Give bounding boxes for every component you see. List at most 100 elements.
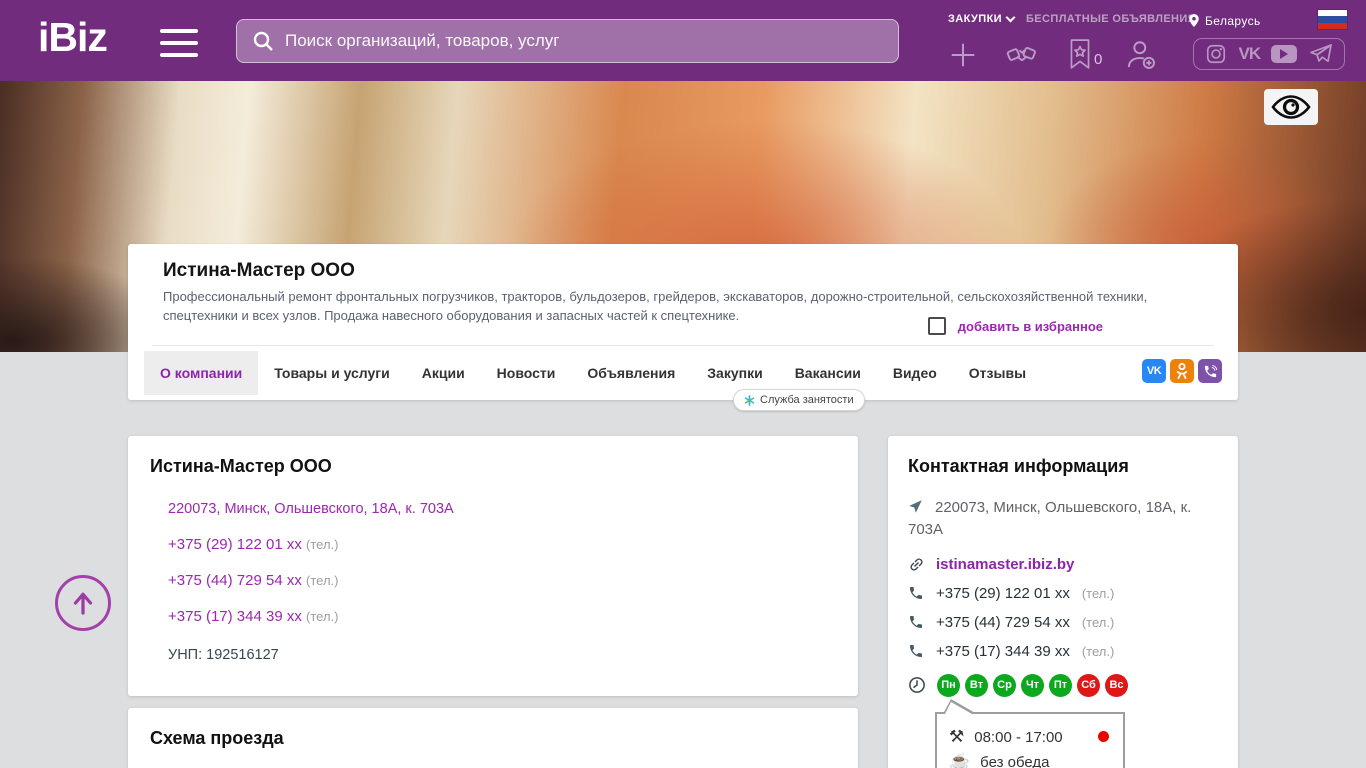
add-to-favorites[interactable]: добавить в избранное: [928, 317, 1103, 335]
map-card: Схема проезда: [128, 708, 858, 768]
day-badge-fri[interactable]: Пт: [1049, 674, 1072, 697]
working-days-row: Пн Вт Ср Чт Пт Сб Вс: [908, 674, 1218, 697]
phone-number: +375 (44) 729 54 xx: [936, 614, 1070, 631]
bookmark-icon[interactable]: [1067, 38, 1093, 70]
employment-service-tooltip: Служба занятости: [733, 389, 865, 411]
about-card-title: Истина-Мастер ООО: [150, 456, 858, 477]
phone-number: +375 (29) 122 01 xx: [936, 585, 1070, 602]
link-icon: [904, 552, 928, 576]
phone-type-label: (тел.): [1082, 644, 1114, 659]
tab-promos[interactable]: Акции: [406, 351, 481, 395]
map-card-title: Схема проезда: [150, 728, 858, 749]
phone-number: +375 (17) 344 39 xx: [936, 643, 1070, 660]
viber-icon[interactable]: [1198, 359, 1222, 383]
tab-reviews[interactable]: Отзывы: [953, 351, 1042, 395]
nav-free-ads-label: БЕСПЛАТНЫЕ ОБЪЯВЛЕНИЯ: [1026, 13, 1196, 25]
header: iBiz ЗАКУПКИ БЕСПЛАТНЫЕ ОБЪЯВЛЕНИЯ Белар…: [0, 0, 1366, 81]
about-company-card: Истина-Мастер ООО 220073, Минск, Ольшевс…: [128, 436, 858, 696]
logo[interactable]: iBiz: [38, 14, 107, 61]
employment-service-label: Служба занятости: [760, 394, 854, 406]
vk-icon[interactable]: VK: [1142, 359, 1166, 383]
search-bar: [236, 19, 899, 63]
bookmarks-count[interactable]: 0: [1094, 51, 1102, 68]
company-address-link[interactable]: 220073, Минск, Ольшевского, 18А, к. 703А: [168, 501, 858, 517]
lunch-row: ☕ без обеда: [949, 752, 1111, 768]
region-selector[interactable]: Беларусь: [1188, 13, 1261, 28]
partners-handshake-icon[interactable]: [1003, 39, 1041, 69]
day-badges: Пн Вт Ср Чт Пт Сб Вс: [937, 674, 1128, 697]
phone-link[interactable]: +375 (17) 344 39 xx: [168, 608, 302, 625]
chevron-down-icon: [1006, 13, 1016, 23]
phone-type-label: (тел.): [1082, 586, 1114, 601]
contact-info-card: Контактная информация 220073, Минск, Оль…: [888, 436, 1238, 768]
day-badge-mon[interactable]: Пн: [937, 674, 960, 697]
vk-icon[interactable]: VK: [1239, 44, 1261, 64]
header-social-links: VK: [1193, 38, 1345, 70]
eye-icon: [1271, 94, 1311, 120]
tab-news[interactable]: Новости: [481, 351, 572, 395]
working-hours-popup: ⚒ 08:00 - 17:00 ☕ без обеда: [935, 712, 1125, 768]
navigate-icon: [908, 499, 923, 514]
instagram-icon[interactable]: [1205, 43, 1227, 65]
phone-type-label: (тел.): [306, 537, 338, 552]
telegram-icon[interactable]: [1309, 43, 1333, 65]
add-company-icon[interactable]: [948, 40, 978, 70]
tab-about[interactable]: О компании: [144, 351, 258, 395]
phone-icon: [908, 614, 924, 630]
divider: [152, 345, 1214, 346]
company-social-links: VK: [1142, 359, 1222, 383]
phone-row: +375 (44) 729 54 xx (тел.): [908, 614, 1218, 631]
phone-row: +375 (29) 122 01 xx (тел.): [168, 536, 858, 553]
odnoklassniki-icon[interactable]: [1170, 359, 1194, 383]
company-header-card: Истина-Мастер ООО Профессиональный ремон…: [128, 244, 1238, 400]
company-tabs: О компании Товары и услуги Акции Новости…: [144, 351, 1042, 395]
phone-type-label: (тел.): [306, 573, 338, 588]
scroll-to-top-button[interactable]: [55, 575, 111, 631]
employment-service-icon: [744, 395, 755, 406]
search-input[interactable]: [285, 31, 884, 51]
tab-products[interactable]: Товары и услуги: [258, 351, 405, 395]
russian-flag-icon[interactable]: [1318, 10, 1347, 29]
status-dot: [1098, 731, 1109, 742]
phone-icon: [908, 643, 924, 659]
location-pin-icon: [1188, 13, 1200, 28]
search-icon: [251, 29, 275, 53]
youtube-icon[interactable]: [1271, 45, 1297, 63]
phone-row: +375 (44) 729 54 xx (тел.): [168, 572, 858, 589]
nav-purchases-label: ЗАКУПКИ: [948, 13, 1002, 25]
website-link[interactable]: istinamaster.ibiz.by: [936, 556, 1074, 573]
day-badge-thu[interactable]: Чт: [1021, 674, 1044, 697]
menu-icon[interactable]: [160, 29, 198, 57]
day-badge-sat[interactable]: Сб: [1077, 674, 1100, 697]
phone-link[interactable]: +375 (44) 729 54 xx: [168, 572, 302, 589]
tab-ads[interactable]: Объявления: [571, 351, 691, 395]
contact-address-text: 220073, Минск, Ольшевского, 18А, к. 703А: [908, 499, 1191, 538]
tools-icon: ⚒: [949, 727, 964, 747]
scroll-top-icon: [68, 588, 98, 618]
day-badge-sun[interactable]: Вс: [1105, 674, 1128, 697]
day-badge-wed[interactable]: Ср: [993, 674, 1016, 697]
day-badge-tue[interactable]: Вт: [965, 674, 988, 697]
phone-row: +375 (17) 344 39 xx (тел.): [908, 643, 1218, 660]
nav-purchases[interactable]: ЗАКУПКИ: [948, 13, 1014, 25]
phone-link[interactable]: +375 (29) 122 01 xx: [168, 536, 302, 553]
region-label: Беларусь: [1205, 14, 1261, 28]
add-user-icon[interactable]: [1124, 38, 1158, 72]
contact-address: 220073, Минск, Ольшевского, 18А, к. 703А: [908, 497, 1218, 541]
phone-icon: [908, 585, 924, 601]
phone-type-label: (тел.): [306, 609, 338, 624]
cup-icon: ☕: [949, 752, 970, 768]
popup-tail: [943, 699, 977, 714]
views-button[interactable]: [1264, 89, 1318, 125]
nav-free-ads[interactable]: БЕСПЛАТНЫЕ ОБЪЯВЛЕНИЯ: [1026, 13, 1196, 25]
contact-card-title: Контактная информация: [908, 456, 1218, 477]
website-row: istinamaster.ibiz.by: [908, 556, 1218, 573]
company-title: Истина-Мастер ООО: [163, 260, 1238, 282]
phone-row: +375 (17) 344 39 xx (тел.): [168, 608, 858, 625]
tab-video[interactable]: Видео: [877, 351, 953, 395]
phone-type-label: (тел.): [1082, 615, 1114, 630]
favorite-checkbox[interactable]: [928, 317, 946, 335]
phone-row: +375 (29) 122 01 xx (тел.): [908, 585, 1218, 602]
work-time: 08:00 - 17:00: [974, 729, 1062, 746]
clock-icon: [908, 676, 926, 694]
